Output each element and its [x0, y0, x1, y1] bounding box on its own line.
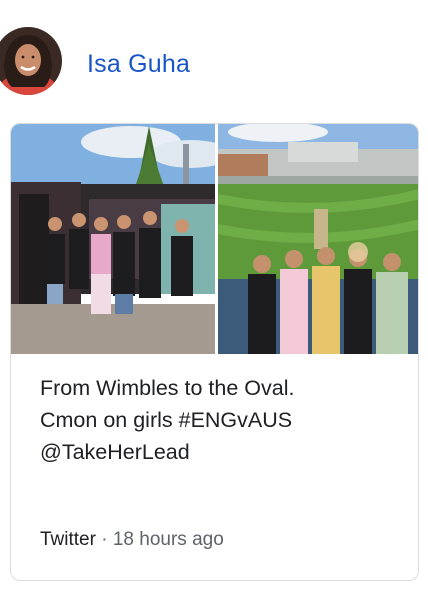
- avatar[interactable]: [0, 27, 62, 95]
- avatar-image: [0, 27, 62, 95]
- meta-separator: ·: [101, 529, 108, 550]
- tweet-text-line: @TakeHerLead: [40, 440, 190, 464]
- timestamp: 18 hours ago: [112, 529, 224, 550]
- post-meta: Twitter · 18 hours ago: [40, 529, 224, 551]
- tweet-text-line: Cmon on girls #ENGvAUS: [40, 408, 293, 432]
- post-header: Isa Guha: [0, 20, 428, 100]
- outdoor-group-photo: [11, 124, 215, 354]
- photo-left[interactable]: [11, 124, 215, 354]
- photo-right[interactable]: [218, 124, 418, 354]
- author-name-link[interactable]: Isa Guha: [87, 50, 190, 79]
- cricket-stadium-photo: [218, 124, 418, 354]
- tweet-text-line: From Wimbles to the Oval.: [40, 376, 295, 400]
- photo-grid: [11, 124, 418, 354]
- tweet-card[interactable]: From Wimbles to the Oval. Cmon on girls …: [10, 123, 419, 581]
- source-label: Twitter: [40, 529, 96, 550]
- social-post-page: Isa Guha From Wimbles to the Oval. Cmon …: [0, 0, 428, 600]
- tweet-text: From Wimbles to the Oval. Cmon on girls …: [40, 372, 400, 468]
